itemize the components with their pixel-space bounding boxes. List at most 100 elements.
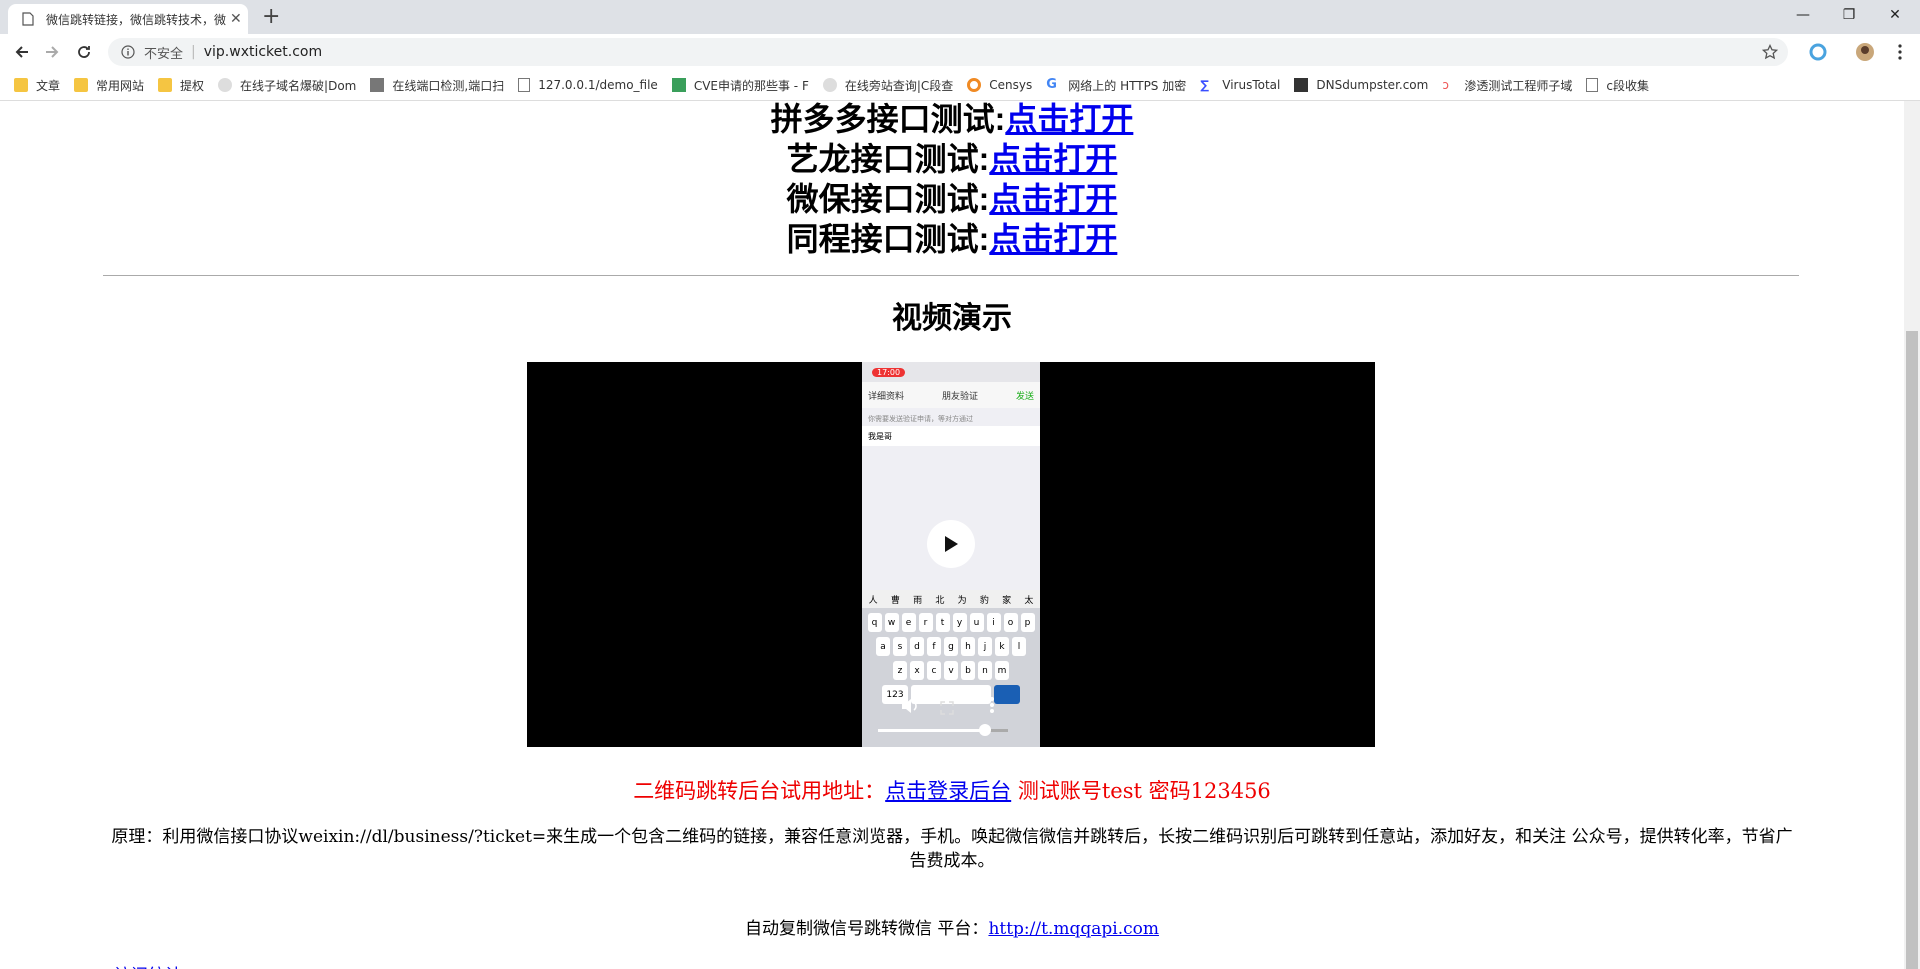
api-line-tongcheng: 同程接口测试:点击打开: [786, 221, 1118, 257]
video-player[interactable]: 17:00 详细资料 朋友验证 发送 你需要发送验证申请，等对方通过 我是哥 人…: [527, 362, 1375, 747]
site-icon: [671, 78, 686, 92]
bookmark-item[interactable]: ∑ VirusTotal: [1200, 78, 1280, 92]
candidate-word: 人: [868, 595, 878, 606]
candidate-word: 雨: [913, 595, 923, 606]
login-backend-link[interactable]: 点击登录后台: [885, 779, 1011, 803]
bookmark-item[interactable]: 127.0.0.1/demo_file: [518, 78, 658, 92]
candidate-word: 豹: [979, 595, 989, 606]
close-window-button[interactable]: ✕: [1872, 0, 1918, 30]
fullscreen-icon[interactable]: [940, 700, 954, 719]
forward-arrow-icon: [46, 46, 59, 58]
key: g: [944, 637, 958, 656]
address-bar[interactable]: 不安全 | vip.wxticket.com: [108, 38, 1788, 66]
video-section-title: 视频演示: [892, 302, 1012, 335]
key: r: [918, 613, 933, 632]
bookmark-item[interactable]: G 网络上的 HTTPS 加密: [1046, 77, 1186, 94]
site-icon: ↄ: [1442, 78, 1449, 92]
bookmark-item[interactable]: DNSdumpster.com: [1294, 78, 1428, 92]
extension-icon[interactable]: [1806, 40, 1830, 64]
open-link[interactable]: 点击打开: [1005, 101, 1133, 137]
bookmark-item[interactable]: 在线旁站查询|C段查: [822, 77, 953, 94]
key: d: [910, 637, 924, 656]
page-content: 拼多多接口测试:点击打开 艺龙接口测试:点击打开 微保接口测试:点击打开 同程接…: [0, 101, 1904, 969]
scrollbar-thumb[interactable]: [1906, 331, 1918, 969]
key: t: [935, 613, 950, 632]
site-icon: [1294, 78, 1309, 92]
key: f: [927, 637, 941, 656]
key: v: [944, 661, 958, 680]
folder-icon: [74, 78, 89, 92]
platform-link[interactable]: http://t.mqqapi.com: [988, 919, 1159, 939]
open-link[interactable]: 点击打开: [989, 141, 1117, 177]
tab-close-button[interactable]: ✕: [230, 11, 242, 27]
bookmark-item[interactable]: Censys: [967, 78, 1032, 92]
scrollbar[interactable]: [1904, 101, 1920, 969]
page-icon: [1586, 78, 1599, 92]
key: e: [901, 613, 916, 632]
bookmark-item[interactable]: 常用网站: [74, 77, 144, 94]
key: k: [995, 637, 1009, 656]
play-button[interactable]: [927, 520, 975, 568]
open-link[interactable]: 点击打开: [989, 221, 1117, 257]
candidate-bar: 人曹雨北为豹家太: [862, 590, 1040, 608]
api-line-elong: 艺龙接口测试:点击打开: [786, 141, 1118, 177]
reload-button[interactable]: [72, 40, 96, 64]
volume-icon[interactable]: [900, 698, 920, 718]
censys-icon: [967, 78, 982, 92]
key: i: [986, 613, 1001, 632]
new-tab-button[interactable]: +: [262, 5, 280, 29]
candidate-word: 家: [1002, 595, 1012, 606]
key: a: [876, 637, 890, 656]
candidate-word: 为: [957, 595, 967, 606]
bookmark-item[interactable]: 文章: [14, 77, 60, 94]
forward-button[interactable]: [40, 40, 64, 64]
bookmark-item[interactable]: c段收集: [1586, 77, 1649, 94]
key: l: [1012, 637, 1026, 656]
bookmark-item[interactable]: CVE申请的那些事 - F: [671, 77, 809, 94]
info-icon[interactable]: [120, 44, 136, 60]
phone-status-bar: 17:00: [862, 362, 1040, 382]
phone-time: 17:00: [872, 367, 906, 377]
restore-button[interactable]: ❐: [1826, 0, 1872, 30]
video-frame: 17:00 详细资料 朋友验证 发送 你需要发送验证申请，等对方通过 我是哥 人…: [862, 362, 1040, 747]
bottom-link[interactable]: 访问统计: [114, 961, 182, 969]
key: j: [978, 637, 992, 656]
key: p: [1020, 613, 1035, 632]
divider: [103, 275, 1799, 276]
active-tab[interactable]: 微信跳转链接，微信跳转技术，微 ✕: [8, 4, 248, 34]
bookmark-item[interactable]: 在线端口检测,端口扫: [370, 77, 504, 94]
phone-back-label: 详细资料: [868, 391, 905, 402]
progress-bar[interactable]: [878, 724, 1008, 736]
toolbar: 不安全 | vip.wxticket.com: [0, 34, 1920, 70]
back-button[interactable]: [10, 40, 34, 64]
key: q: [867, 613, 882, 632]
tab-title: 微信跳转链接，微信跳转技术，微: [46, 12, 226, 27]
bookmark-item[interactable]: 在线子域名爆破|Dom: [218, 77, 356, 94]
trial-line: 二维码跳转后台试用地址：点击登录后台 测试账号test 密码123456: [633, 779, 1271, 803]
key: b: [961, 661, 975, 680]
open-link[interactable]: 点击打开: [989, 181, 1117, 217]
folder-icon: [158, 78, 173, 92]
bookmark-item[interactable]: 提权: [158, 77, 204, 94]
key: o: [1003, 613, 1018, 632]
tab-bar: 微信跳转链接，微信跳转技术，微 ✕ + — ❐ ✕: [0, 0, 1920, 34]
back-arrow-icon: [15, 46, 28, 58]
security-label: 不安全: [144, 46, 184, 62]
page-icon: [518, 78, 531, 92]
candidate-word: 太: [1024, 595, 1034, 606]
phone-send-label: 发送: [1015, 391, 1034, 402]
minimize-button[interactable]: —: [1780, 0, 1826, 30]
profile-avatar[interactable]: [1853, 40, 1877, 64]
menu-icon[interactable]: [1888, 40, 1912, 64]
reload-icon: [78, 46, 90, 58]
phone-nav-title: 朋友验证: [941, 391, 978, 402]
bookmark-item[interactable]: ↄ 渗透测试工程师子域: [1442, 77, 1572, 94]
more-options-icon[interactable]: [990, 696, 994, 718]
url-text[interactable]: vip.wxticket.com: [204, 44, 322, 60]
key: u: [969, 613, 984, 632]
key: m: [995, 661, 1009, 680]
key: w: [884, 613, 899, 632]
bookmark-star-icon[interactable]: [1761, 43, 1779, 64]
progress-knob[interactable]: [978, 724, 991, 736]
folder-icon: [14, 78, 28, 92]
